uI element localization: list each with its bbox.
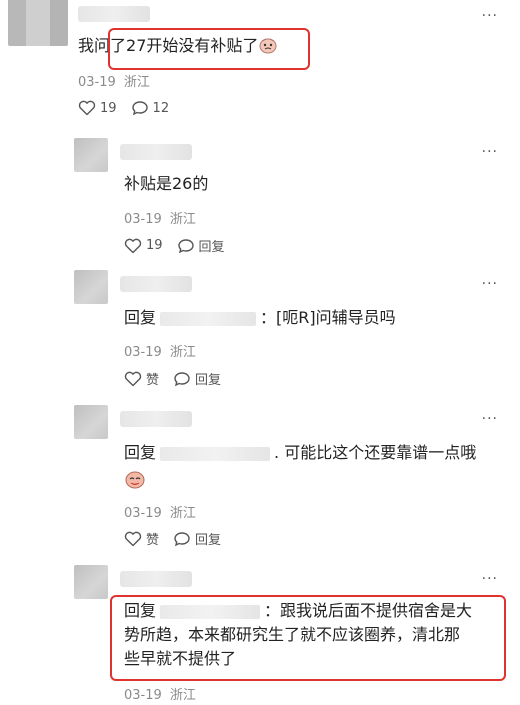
reply-count: 12 bbox=[152, 100, 170, 116]
username-blurred[interactable] bbox=[78, 6, 150, 22]
avatar[interactable] bbox=[74, 565, 108, 599]
comment-actions: 19 回复 bbox=[124, 236, 225, 255]
comment-location: 浙江 bbox=[169, 212, 196, 227]
reply-prefix: 回复 bbox=[124, 443, 157, 462]
comment-meta: 03-19 浙江 bbox=[78, 71, 150, 90]
comment-bubble-icon bbox=[173, 371, 191, 387]
more-options-icon[interactable]: ··· bbox=[482, 144, 498, 160]
reply-label: 回复 bbox=[198, 240, 225, 255]
reply-label: 回复 bbox=[195, 533, 222, 548]
comment-1: ··· 我问了27开始没有补贴了 03-19 浙江 19 12 bbox=[0, 0, 520, 125]
more-options-icon[interactable]: ··· bbox=[482, 276, 498, 292]
comment-text-prefix: 我问 bbox=[78, 36, 111, 55]
comment-date: 03-19 bbox=[124, 345, 162, 360]
comment-location: 浙江 bbox=[169, 506, 196, 521]
comment-actions: 19 12 bbox=[78, 100, 169, 116]
like-count: 19 bbox=[146, 238, 163, 253]
like-button[interactable]: 赞 bbox=[124, 529, 159, 548]
like-button[interactable]: 19 bbox=[78, 100, 117, 116]
avatar[interactable] bbox=[8, 0, 68, 46]
comment-meta: 03-19 浙江 bbox=[124, 684, 196, 703]
heart-outline-icon bbox=[78, 100, 96, 116]
heart-outline-icon bbox=[124, 371, 142, 387]
comment-bubble-icon bbox=[173, 531, 191, 547]
like-label: 赞 bbox=[146, 373, 160, 388]
reply-label: 回复 bbox=[195, 373, 222, 388]
highlight-box bbox=[108, 28, 310, 70]
like-count: 19 bbox=[100, 100, 117, 116]
like-button[interactable]: 19 bbox=[124, 238, 163, 254]
comment-location: 浙江 bbox=[169, 688, 196, 703]
comment-2: ··· 补贴是26的 03-19 浙江 19 回复 bbox=[0, 138, 520, 263]
comment-text: 回复 . 可能比这个还要靠谱一点哦 bbox=[124, 441, 476, 465]
heart-outline-icon bbox=[124, 531, 142, 547]
comment-actions: 赞 回复 bbox=[124, 529, 221, 548]
like-label: 赞 bbox=[146, 533, 160, 548]
avatar[interactable] bbox=[74, 270, 108, 304]
comment-4: ··· 回复 . 可能比这个还要靠谱一点哦 03-19 浙江 赞 回复 bbox=[0, 405, 520, 555]
comment-location: 浙江 bbox=[169, 345, 196, 360]
username-blurred[interactable] bbox=[120, 144, 192, 160]
comment-date: 03-19 bbox=[124, 506, 162, 521]
reply-body: ：[呃R]问辅导员吗 bbox=[260, 308, 396, 327]
reply-body: . 可能比这个还要靠谱一点哦 bbox=[274, 443, 477, 462]
comment-date: 03-19 bbox=[124, 212, 162, 227]
comment-meta: 03-19 浙江 bbox=[124, 208, 196, 227]
more-options-icon[interactable]: ··· bbox=[482, 8, 498, 24]
mention-blurred[interactable] bbox=[160, 311, 257, 326]
avatar[interactable] bbox=[74, 138, 108, 172]
reply-button[interactable]: 回复 bbox=[173, 529, 221, 548]
avatar[interactable] bbox=[74, 405, 108, 439]
comment-date: 03-19 bbox=[78, 75, 116, 90]
comment-text: 补贴是26的 bbox=[124, 174, 209, 193]
reply-button[interactable]: 回复 bbox=[173, 369, 221, 388]
username-blurred[interactable] bbox=[120, 276, 192, 292]
mention-blurred[interactable] bbox=[160, 446, 271, 461]
comment-bubble-icon bbox=[177, 238, 195, 254]
more-options-icon[interactable]: ··· bbox=[482, 571, 498, 587]
comment-actions: 赞 回复 bbox=[124, 369, 221, 388]
username-blurred[interactable] bbox=[120, 411, 192, 427]
heart-outline-icon bbox=[124, 238, 142, 254]
more-options-icon[interactable]: ··· bbox=[482, 411, 498, 427]
reply-prefix: 回复 bbox=[124, 308, 157, 327]
comment-5: ··· 回复 ：跟我说后面不提供宿舍是大 势所趋，本来都研究生了就不应该圈养，清北… bbox=[0, 565, 520, 705]
comment-meta: 03-19 浙江 bbox=[124, 502, 196, 521]
reply-button[interactable]: 回复 bbox=[177, 236, 225, 255]
comment-text: 回复 ：[呃R]问辅导员吗 bbox=[124, 306, 396, 330]
face-emoji-icon bbox=[124, 469, 146, 493]
comment-location: 浙江 bbox=[123, 75, 150, 90]
comment-date: 03-19 bbox=[124, 688, 162, 703]
comment-meta: 03-19 浙江 bbox=[124, 341, 196, 360]
highlight-box bbox=[110, 595, 506, 681]
like-button[interactable]: 赞 bbox=[124, 369, 159, 388]
comment-3: ··· 回复 ：[呃R]问辅导员吗 03-19 浙江 赞 回复 bbox=[0, 270, 520, 395]
reply-button[interactable]: 12 bbox=[131, 100, 170, 116]
comment-bubble-icon bbox=[131, 100, 149, 116]
username-blurred[interactable] bbox=[120, 571, 192, 587]
